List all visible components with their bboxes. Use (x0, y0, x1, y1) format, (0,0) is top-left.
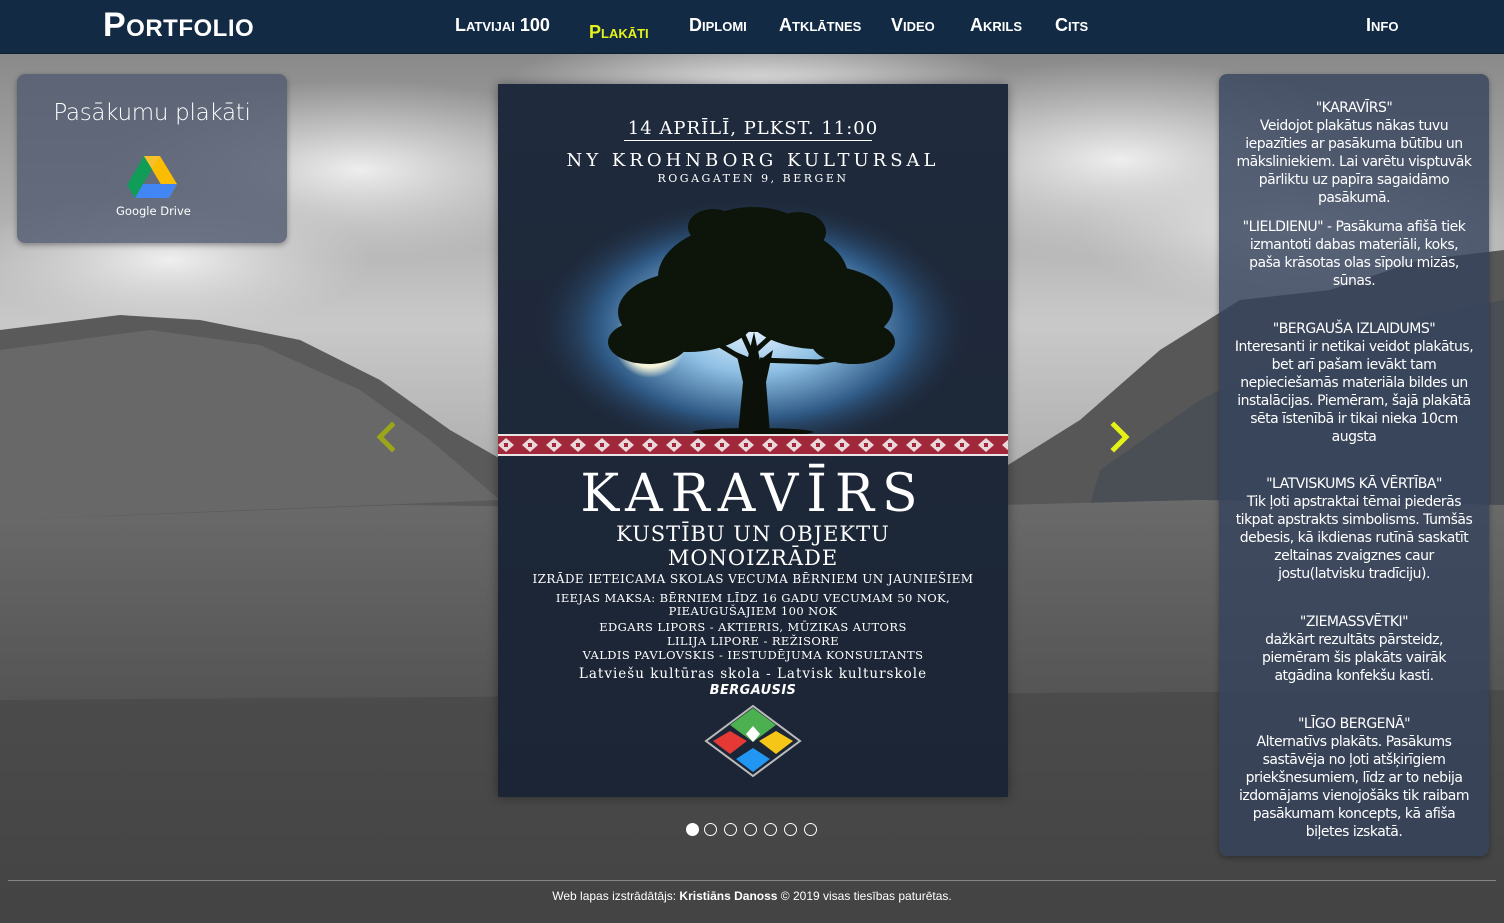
google-drive-label: Google Drive (116, 204, 191, 218)
carousel-dot-4[interactable] (744, 823, 757, 836)
nav-item-diplomi[interactable]: Diplomi (689, 14, 747, 36)
nav-item-cits[interactable]: Cits (1055, 14, 1088, 36)
description-text: Alternatīvs plakāts. Pasākums sastāvēja … (1239, 734, 1469, 840)
description-block: "LĪGO BERGENĀ" Alternatīvs plakāts. Pasā… (1234, 715, 1474, 841)
nav-item-info[interactable]: Info (1366, 14, 1398, 36)
carousel-dot-1[interactable] (686, 823, 699, 836)
poster-descriptions-panel: "KARAVĪRS" Veidojot plakātus nākas tuvu … (1219, 74, 1489, 856)
footer-prefix: Web lapas izstrādātājs: (552, 889, 680, 903)
chevron-right-icon (1110, 421, 1130, 453)
poster-image-karavirs: 14 APRĪLĪ, PLKST. 11:00 NY KROHNBORG KUL… (498, 84, 1008, 797)
nav-item-atklatnes[interactable]: Atklātnes (779, 14, 861, 36)
poster-subtitle-2: MONOIZRĀDE (667, 546, 839, 570)
footer-author: Kristiāns Danoss (679, 889, 778, 903)
chevron-left-icon (376, 421, 396, 453)
carousel-indicators (686, 823, 826, 837)
top-navbar: Portfolio Latvijai 100 Plakāti Diplomi A… (0, 0, 1504, 54)
poster-venue: NY KROHNBORG KULTURSAL (566, 150, 940, 171)
poster-line: LILIJA LIPORE - REŽISORE (666, 634, 840, 648)
carousel-dot-5[interactable] (764, 823, 777, 836)
poster-tree-illustration (498, 182, 1008, 434)
description-title: "BERGAUŠA IZLAIDUMS" (1272, 321, 1436, 337)
poster-subtitle-1: KUSTĪBU UN OBJEKTU (616, 522, 890, 546)
poster-line: IEEJAS MAKSA: BĒRNIEM LĪDZ 16 GADU VECUM… (555, 591, 951, 605)
poster-line: IZRĀDE IETEICAMA SKOLAS VECUMA BĒRNIEM U… (532, 572, 974, 586)
carousel-dot-6[interactable] (784, 823, 797, 836)
description-block: "LATVISKUMS KĀ VĒRTĪBA" Tik ļoti apstrak… (1234, 475, 1474, 583)
description-block: "LIELDIENU" - Pasākuma afišā tiek izmant… (1234, 218, 1474, 290)
description-title: "ZIEMASSVĒTKI" (1299, 614, 1409, 630)
description-title: "LATVISKUMS KĀ VĒRTĪBA" (1266, 476, 1442, 492)
footer-divider (8, 880, 1496, 881)
description-title: "KARAVĪRS" (1315, 100, 1393, 116)
carousel-dot-7[interactable] (804, 823, 817, 836)
description-block: "ZIEMASSVĒTKI" dažkārt rezultāts pārstei… (1234, 613, 1474, 685)
description-text: Veidojot plakātus nākas tuvu iepazīties … (1236, 118, 1472, 206)
poster-line: VALDIS PAVLOVSKIS - IESTUDĒJUMA KONSULTA… (582, 648, 924, 662)
carousel-next-button[interactable] (1108, 421, 1132, 453)
description-block: "KARAVĪRS" Veidojot plakātus nākas tuvu … (1234, 99, 1474, 207)
poster-line: EDGARS LIPORS - AKTIERIS, MŪZIKAS AUTORS (599, 620, 907, 634)
nav-item-latvijai-100[interactable]: Latvijai 100 (455, 14, 550, 36)
poster-line: Latviešu kultūras skola - Latvisk kultur… (578, 666, 928, 682)
description-title: "LĪGO BERGENĀ" (1297, 716, 1411, 732)
google-drive-link[interactable]: Google Drive (116, 156, 191, 222)
description-text: "LIELDIENU" - Pasākuma afišā tiek izmant… (1242, 219, 1466, 289)
description-block: "BERGAUŠA IZLAIDUMS" Interesanti ir neti… (1234, 320, 1474, 446)
description-text: Interesanti ir netikai veidot plakātus, … (1234, 339, 1474, 445)
footer: Web lapas izstrādātājs: Kristiāns Danoss… (0, 889, 1504, 903)
nav-item-akrils[interactable]: Akrils (970, 14, 1022, 36)
poster-ornament-band (498, 434, 1008, 456)
poster-title: KARAVĪRS (580, 464, 926, 524)
category-title: Pasākumu plakāti (53, 100, 251, 126)
carousel-dot-2[interactable] (704, 823, 717, 836)
description-text: Tik ļoti apstraktai tēmai piederās tikpa… (1235, 494, 1473, 582)
description-text: dažkārt rezultāts pārsteidz, piemēram ši… (1262, 632, 1446, 684)
carousel-dot-3[interactable] (724, 823, 737, 836)
footer-copyright: © 2019 visas tiesības paturētas. (777, 889, 952, 903)
nav-item-plakati[interactable]: Plakāti (589, 21, 649, 43)
carousel-prev-button[interactable] (374, 421, 398, 453)
poster-organizer: BERGAUSIS (709, 683, 797, 698)
google-drive-icon (127, 156, 177, 198)
poster-line: PIEAUGUŠAJIEM 100 NOK (668, 604, 838, 618)
category-panel: Pasākumu plakāti Google Drive (17, 74, 287, 243)
poster-date-underline (624, 140, 872, 141)
brand-logo[interactable]: Portfolio (103, 5, 254, 45)
nav-item-video[interactable]: Video (891, 14, 935, 36)
poster-emblem-icon (704, 704, 802, 778)
poster-date: 14 APRĪLĪ, PLKST. 11:00 (627, 118, 879, 139)
